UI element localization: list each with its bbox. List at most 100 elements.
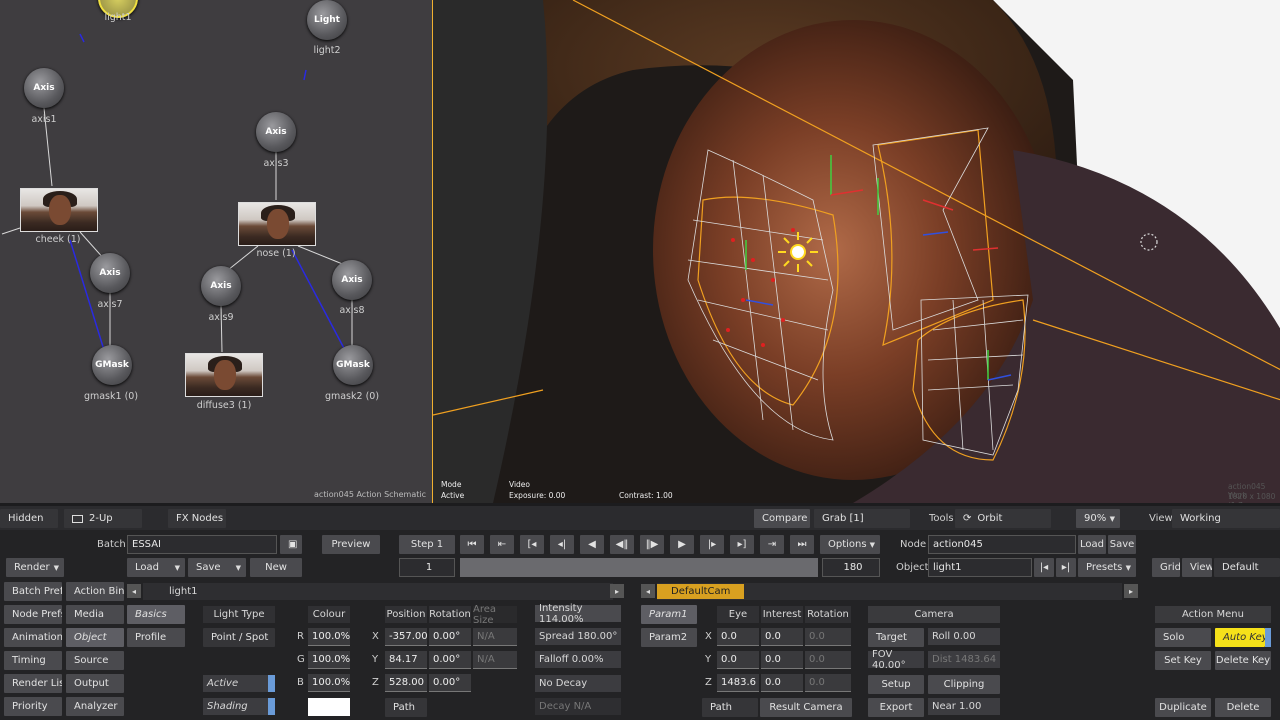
view-mode-dropdown[interactable]: Working [1172, 509, 1280, 528]
timing-button[interactable]: Timing [4, 651, 62, 670]
object-name-field[interactable]: light1 [928, 558, 1032, 577]
next-object-button[interactable]: ▸| [1056, 558, 1076, 577]
render-dropdown[interactable]: Render ▼ [6, 558, 64, 577]
action-schematic-panel[interactable]: light1 Light light2 Axis axis1 Axis axis… [0, 0, 432, 503]
source-button[interactable]: Source [66, 651, 124, 670]
node-load-button[interactable]: Load [1078, 535, 1106, 554]
analyzer-button[interactable]: Analyzer [66, 697, 124, 716]
timeline-bar[interactable] [460, 558, 818, 577]
delete-key-button[interactable]: Delete Key [1215, 651, 1271, 670]
prev-object-button[interactable]: |◂ [1034, 558, 1054, 577]
view-button[interactable]: View [1182, 558, 1212, 577]
rotation-x-field[interactable]: 0.00° [429, 628, 471, 646]
fx-nodes-button[interactable]: FX Nodes [168, 509, 226, 528]
light-type-dropdown[interactable]: Point / Spot [203, 628, 275, 647]
camera-breadcrumb-forward-icon[interactable]: ▸ [1124, 584, 1138, 598]
spread-slider[interactable]: Spread 180.00° [535, 628, 621, 645]
param2-tab[interactable]: Param2 [641, 628, 697, 647]
next-key-button[interactable]: ⇥ [760, 535, 784, 554]
prev-key-button[interactable]: ⇤ [490, 535, 514, 554]
falloff-slider[interactable]: Falloff 0.00% [535, 651, 621, 668]
param1-tab[interactable]: Param1 [641, 605, 697, 624]
active-toggle[interactable]: Active [203, 675, 275, 692]
axis1-node[interactable]: Axis [24, 68, 64, 108]
compare-button[interactable]: Compare [754, 509, 810, 528]
cam-rotation-y-field[interactable]: 0.0 [805, 651, 851, 669]
pause-forward-button[interactable]: ‖▶ [640, 535, 664, 554]
rotation-z-field[interactable]: 0.00° [429, 674, 471, 692]
node-name-field[interactable]: action045 [928, 535, 1076, 554]
intensity-slider[interactable]: Intensity 114.00% [535, 603, 621, 625]
batch-load-dropdown[interactable]: Load ▼ [127, 558, 185, 577]
shading-toggle[interactable]: Shading [203, 698, 275, 715]
object-menu-button[interactable]: Object [66, 628, 124, 647]
axis3-node[interactable]: Axis [256, 112, 296, 152]
delete-button[interactable]: Delete [1215, 698, 1271, 717]
go-to-start-button[interactable]: ⏮ [460, 535, 484, 554]
play-button[interactable]: ▶ [670, 535, 694, 554]
axis8-node[interactable]: Axis [332, 260, 372, 300]
rotation-y-field[interactable]: 0.00° [429, 651, 471, 669]
media-button[interactable]: Media [66, 605, 124, 624]
pause-reverse-button[interactable]: ◀‖ [610, 535, 634, 554]
eye-x-field[interactable]: 0.0 [717, 628, 759, 646]
grab-button[interactable]: Grab [1] [814, 509, 910, 528]
interest-z-field[interactable]: 0.0 [761, 674, 803, 692]
target-button[interactable]: Target [868, 628, 924, 647]
batch-new-button[interactable]: New [250, 558, 302, 577]
diffuse3-thumbnail[interactable] [185, 353, 263, 397]
no-decay-dropdown[interactable]: No Decay [535, 675, 621, 692]
fov-field[interactable]: FOV 40.00° [868, 649, 924, 671]
solo-button[interactable]: Solo [1155, 628, 1211, 647]
batch-name-field[interactable]: ESSAI [127, 535, 277, 554]
batch-save-dropdown[interactable]: Save ▼ [188, 558, 246, 577]
basics-tab[interactable]: Basics [127, 605, 185, 624]
position-x-field[interactable]: -357.00 [385, 628, 428, 646]
output-button[interactable]: Output [66, 674, 124, 693]
step-button[interactable]: Step 1 [399, 535, 455, 554]
orbit-tool-button[interactable]: ⟳ Orbit [955, 509, 1051, 528]
next-frame-set-button[interactable]: ▸] [730, 535, 754, 554]
eye-z-field[interactable]: 1483.6 [717, 674, 759, 692]
cam-rotation-z-field[interactable]: 0.0 [805, 674, 851, 692]
priority-button[interactable]: Priority [4, 697, 62, 716]
axis9-node[interactable]: Axis [201, 266, 241, 306]
gmask2-node[interactable]: GMask [333, 345, 373, 385]
render-list-button[interactable]: Render List [4, 674, 62, 693]
interest-y-field[interactable]: 0.0 [761, 651, 803, 669]
colour-r-field[interactable]: 100.0% [308, 628, 350, 646]
colour-g-field[interactable]: 100.0% [308, 651, 350, 669]
preview-button[interactable]: Preview [322, 535, 380, 554]
default-dropdown[interactable]: Default [1214, 558, 1280, 577]
position-path-button[interactable]: Path [385, 698, 427, 717]
two-up-button[interactable]: 2-Up [64, 509, 142, 528]
options-dropdown[interactable]: Options ▼ [820, 535, 880, 554]
presets-dropdown[interactable]: Presets ▼ [1078, 558, 1136, 577]
position-y-field[interactable]: 84.17 [385, 651, 427, 669]
current-frame-field[interactable]: 1 [399, 558, 455, 577]
result-camera-button[interactable]: Result Camera [760, 698, 852, 717]
light2-node[interactable]: Light [307, 0, 347, 40]
camera-snapshot-button[interactable]: ▣ [280, 535, 302, 554]
nose-thumbnail[interactable] [238, 202, 316, 246]
step-forward-button[interactable]: |▸ [700, 535, 724, 554]
animation-button[interactable]: Animation [4, 628, 62, 647]
clipping-button[interactable]: Clipping [928, 675, 1000, 694]
viewport-3d[interactable]: Mode Active Video Exposure: 0.00 Contras… [432, 0, 1280, 503]
play-reverse-button[interactable]: ◀ [580, 535, 604, 554]
node-prefs-button[interactable]: Node Prefs [4, 605, 62, 624]
profile-tab[interactable]: Profile [127, 628, 185, 647]
roll-field[interactable]: Roll 0.00 [928, 628, 1000, 645]
hidden-button[interactable]: Hidden [0, 509, 58, 528]
near-field[interactable]: Near 1.00 [928, 698, 1000, 715]
zoom-dropdown[interactable]: 90% ▼ [1076, 509, 1120, 528]
eye-y-field[interactable]: 0.0 [717, 651, 759, 669]
node-save-button[interactable]: Save [1108, 535, 1136, 554]
step-back-button[interactable]: ◂| [550, 535, 574, 554]
export-button[interactable]: Export [868, 698, 924, 717]
set-key-button[interactable]: Set Key [1155, 651, 1211, 670]
interest-x-field[interactable]: 0.0 [761, 628, 803, 646]
go-to-end-button[interactable]: ⏭ [790, 535, 814, 554]
breadcrumb-forward-icon[interactable]: ▸ [610, 584, 624, 598]
colour-swatch[interactable] [308, 698, 350, 716]
